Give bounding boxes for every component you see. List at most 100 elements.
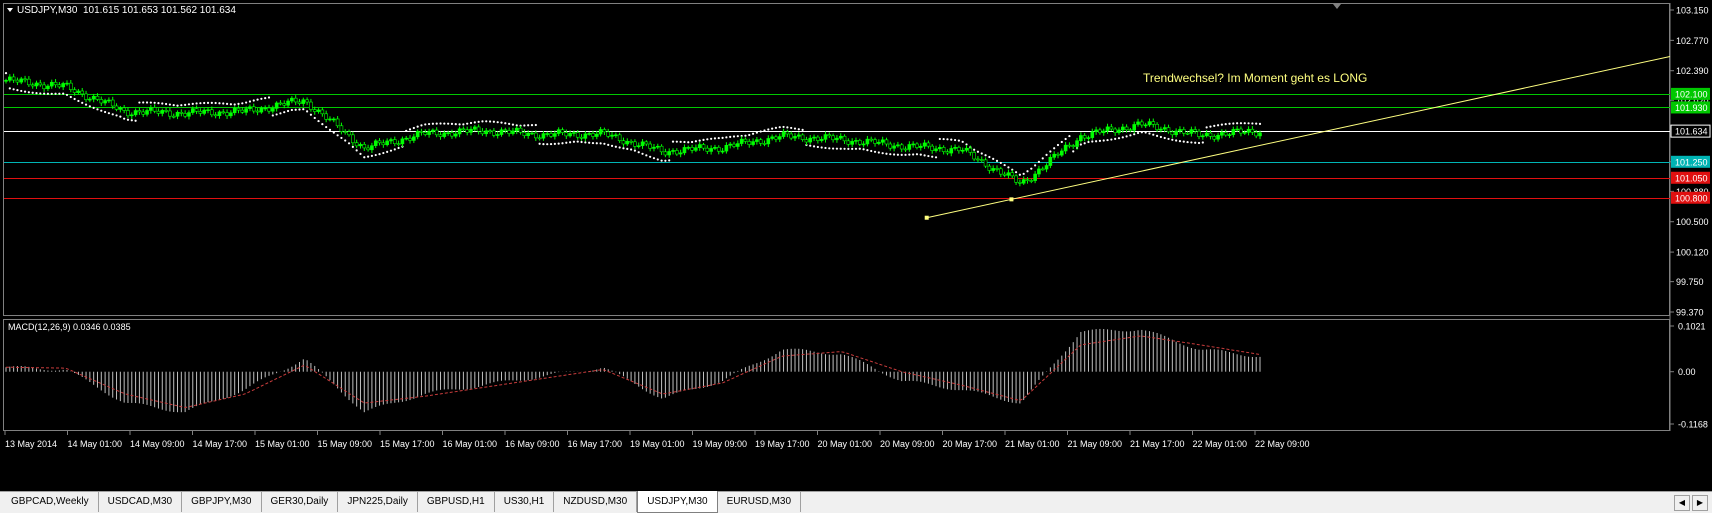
chart-area[interactable]: 103.150102.770102.390102.020101.634101.2… [0,0,1712,491]
tab-jpn225-daily[interactable]: JPN225,Daily [338,492,418,512]
sar-dot [610,144,614,147]
tab-ger30-daily[interactable]: GER30,Daily [262,492,339,512]
sar-dot [191,102,194,105]
candle-body [293,97,298,103]
sar-dot [668,159,671,162]
candle-body [259,107,264,113]
candle-body [149,107,153,111]
candle-body [358,144,363,147]
sar-dot [355,149,358,152]
tab-gbpusd-h1[interactable]: GBPUSD,H1 [418,492,495,512]
candle-body [381,142,386,146]
tab-gbpjpy-m30[interactable]: GBPJPY,M30 [182,492,262,512]
tab-usdjpy-m30[interactable]: USDJPY,M30 [637,491,718,513]
sar-dot [572,140,576,143]
candle-body [15,79,20,83]
symbol-label: USDJPY,M30 [17,5,78,16]
sar-dot [473,121,476,124]
sar-dot [164,102,168,106]
sar-dot [408,128,412,131]
level-label-text: 101.930 [1675,103,1708,113]
candle-body [236,107,241,111]
candle-body [667,151,672,156]
candle-body [709,148,713,152]
sar-dot [576,140,579,143]
sar-dot [138,101,141,104]
candle-body [835,137,839,141]
tab-usdcad-m30[interactable]: USDCAD,M30 [99,492,183,512]
trend-annotation[interactable]: Trendwechsel? Im Moment geht es LONG [1143,71,1367,85]
sar-dot [340,136,343,140]
sar-dot [245,101,248,104]
sar-dot [923,154,926,157]
tab-us30-h1[interactable]: US30,H1 [495,492,555,512]
sar-dot [1144,131,1147,134]
tab-gbpcad-weekly[interactable]: GBPCAD,Weekly [2,492,99,512]
candle-body [255,110,260,113]
tab-scroll-right-icon[interactable]: ▶ [1692,495,1708,511]
candle-body [930,145,935,151]
candle-body [198,110,203,114]
sar-dot [534,123,537,127]
tab-scroll-left-icon[interactable]: ◀ [1674,495,1690,511]
sar-dot [1045,153,1048,156]
candle-body [1059,150,1064,156]
candle-body [713,146,717,149]
candle-body [652,146,656,149]
tab-eurusd-m30[interactable]: EURUSD,M30 [718,492,802,512]
sar-dot [1182,140,1185,143]
tab-nzdusd-m30[interactable]: NZDUSD,M30 [554,492,638,512]
sar-dot [942,137,945,141]
sar-dot [1110,138,1113,141]
candle-body [602,129,607,133]
candle-body [682,147,687,154]
candle-body [476,126,481,132]
sar-dot [1175,139,1178,142]
sar-dot [694,140,697,143]
candle-body [1109,126,1114,130]
sar-dot [145,101,149,104]
sar-dot [835,147,839,150]
sar-dot [317,119,320,123]
candle-body [770,136,774,139]
candle-body [549,133,553,137]
sar-dot [65,93,69,97]
candle-body [838,135,843,139]
candle-body [979,159,984,161]
candle-body [267,107,271,112]
candle-body [991,168,995,171]
sar-dot [1102,139,1105,142]
candle-body [800,134,805,140]
candle-body [877,141,881,144]
candle-body [720,150,725,153]
sar-dot [172,104,175,107]
candle-body [251,106,256,112]
sar-dot [1125,135,1128,138]
sar-dot [1030,167,1033,170]
candle-body [431,129,435,132]
sar-dot [1018,173,1021,176]
sar-dot [508,122,511,125]
candle-body [217,111,222,116]
sar-dot [542,143,545,146]
sar-dot [313,116,316,120]
price-tick-label: 100.120 [1676,248,1709,258]
candle-body [541,133,546,139]
sar-dot [622,147,625,150]
candle-body [522,131,527,136]
sar-dot [290,108,293,112]
sar-dot [1049,150,1052,153]
sar-dot [885,152,888,155]
sar-dot [134,119,137,122]
candle-body [183,113,187,117]
sar-dot [641,152,644,155]
candle-body [758,139,763,144]
candle-body [1113,128,1117,134]
candle-body [1208,132,1213,137]
price-tick-label: 100.500 [1676,217,1709,227]
candle-body [705,147,710,152]
candle-body [492,130,496,136]
time-tick-label: 20 May 01:00 [818,439,873,449]
candle-body [1185,132,1190,135]
sar-dot [180,104,183,107]
